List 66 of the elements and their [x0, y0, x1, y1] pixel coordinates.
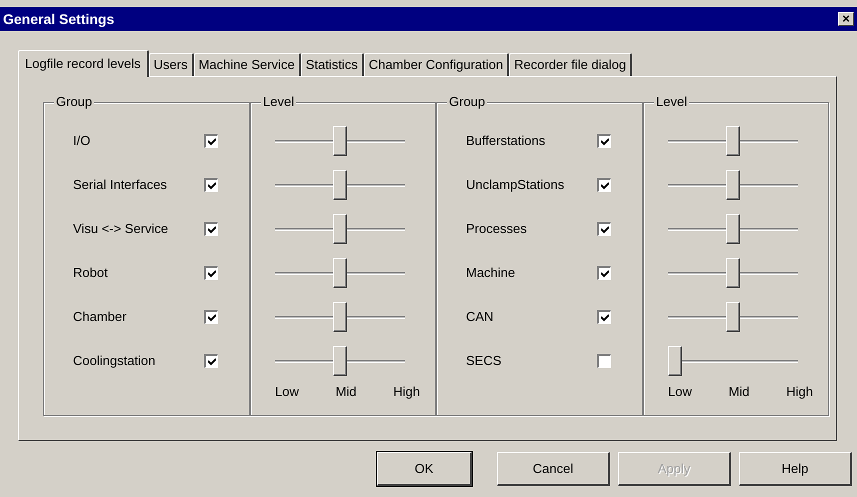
tab[interactable]: Chamber Configuration: [364, 53, 510, 76]
slider-thumb[interactable]: [726, 302, 740, 332]
group-label: Machine: [466, 264, 516, 282]
scale-label: Low: [668, 383, 692, 401]
slider-thumb[interactable]: [333, 346, 347, 376]
scale-label: High: [786, 383, 813, 401]
tab[interactable]: Recorder file dialog: [509, 53, 632, 76]
slider-thumb[interactable]: [333, 258, 347, 288]
slider-thumb[interactable]: [668, 346, 682, 376]
checkbox[interactable]: [204, 134, 218, 148]
checkbox[interactable]: [204, 222, 218, 236]
checkmark-icon: [600, 182, 608, 190]
slider-thumb[interactable]: [726, 126, 740, 156]
checkmark-icon: [208, 314, 216, 322]
tab[interactable]: Users: [148, 53, 194, 76]
slider-thumb[interactable]: [333, 170, 347, 200]
group-label: Visu <-> Service: [73, 220, 170, 238]
checkmark-icon: [208, 182, 216, 190]
group-label: Bufferstations: [466, 132, 546, 150]
tab[interactable]: Statistics: [300, 53, 364, 76]
dialog-button[interactable]: Cancel: [497, 452, 610, 486]
scale-label: Mid: [728, 383, 750, 401]
checkbox[interactable]: [597, 134, 611, 148]
window-title: General Settings: [3, 10, 114, 29]
slider-thumb[interactable]: [333, 126, 347, 156]
group-label: Robot: [73, 264, 109, 282]
checkmark-icon: [600, 314, 608, 322]
group-label: Chamber: [73, 308, 128, 326]
checkmark-icon: [208, 138, 216, 146]
checkbox[interactable]: [204, 310, 218, 324]
checkmark-icon: [208, 226, 216, 234]
tab[interactable]: Machine Service: [194, 53, 301, 76]
checkmark-icon: [600, 270, 608, 278]
group-label: Coolingstation: [73, 352, 156, 370]
group-label: Processes: [466, 220, 528, 238]
group-heading: Group: [447, 94, 488, 110]
checkbox[interactable]: [204, 354, 218, 368]
group-heading: Group: [54, 94, 94, 110]
group-label: UnclampStations: [466, 176, 566, 194]
slider-thumb[interactable]: [333, 214, 347, 244]
scale-label: High: [393, 383, 420, 401]
checkmark-icon: [208, 270, 216, 278]
checkbox[interactable]: [204, 178, 218, 192]
close-button[interactable]: ×: [838, 12, 854, 26]
checkbox[interactable]: [204, 266, 218, 280]
group-label: CAN: [466, 308, 494, 326]
scale-label: Low: [275, 383, 299, 401]
slider-thumb[interactable]: [726, 170, 740, 200]
checkmark-icon: [208, 358, 216, 366]
checkbox[interactable]: [597, 222, 611, 236]
tab[interactable]: Logfile record levels: [18, 50, 149, 77]
group-label: I/O: [73, 132, 92, 150]
dialog-button[interactable]: OK: [377, 452, 472, 486]
checkbox[interactable]: [597, 178, 611, 192]
group-label: SECS: [466, 352, 502, 370]
checkbox[interactable]: [597, 266, 611, 280]
scale-label: Mid: [336, 383, 357, 401]
checkbox[interactable]: [597, 354, 611, 368]
slider-thumb[interactable]: [726, 258, 740, 288]
checkmark-icon: [600, 138, 608, 146]
dialog-button[interactable]: Help: [739, 452, 852, 486]
checkbox[interactable]: [597, 310, 611, 324]
slider-thumb[interactable]: [726, 214, 740, 244]
group-label: Serial Interfaces: [73, 176, 168, 194]
slider-thumb[interactable]: [333, 302, 347, 332]
checkmark-icon: [600, 226, 608, 234]
